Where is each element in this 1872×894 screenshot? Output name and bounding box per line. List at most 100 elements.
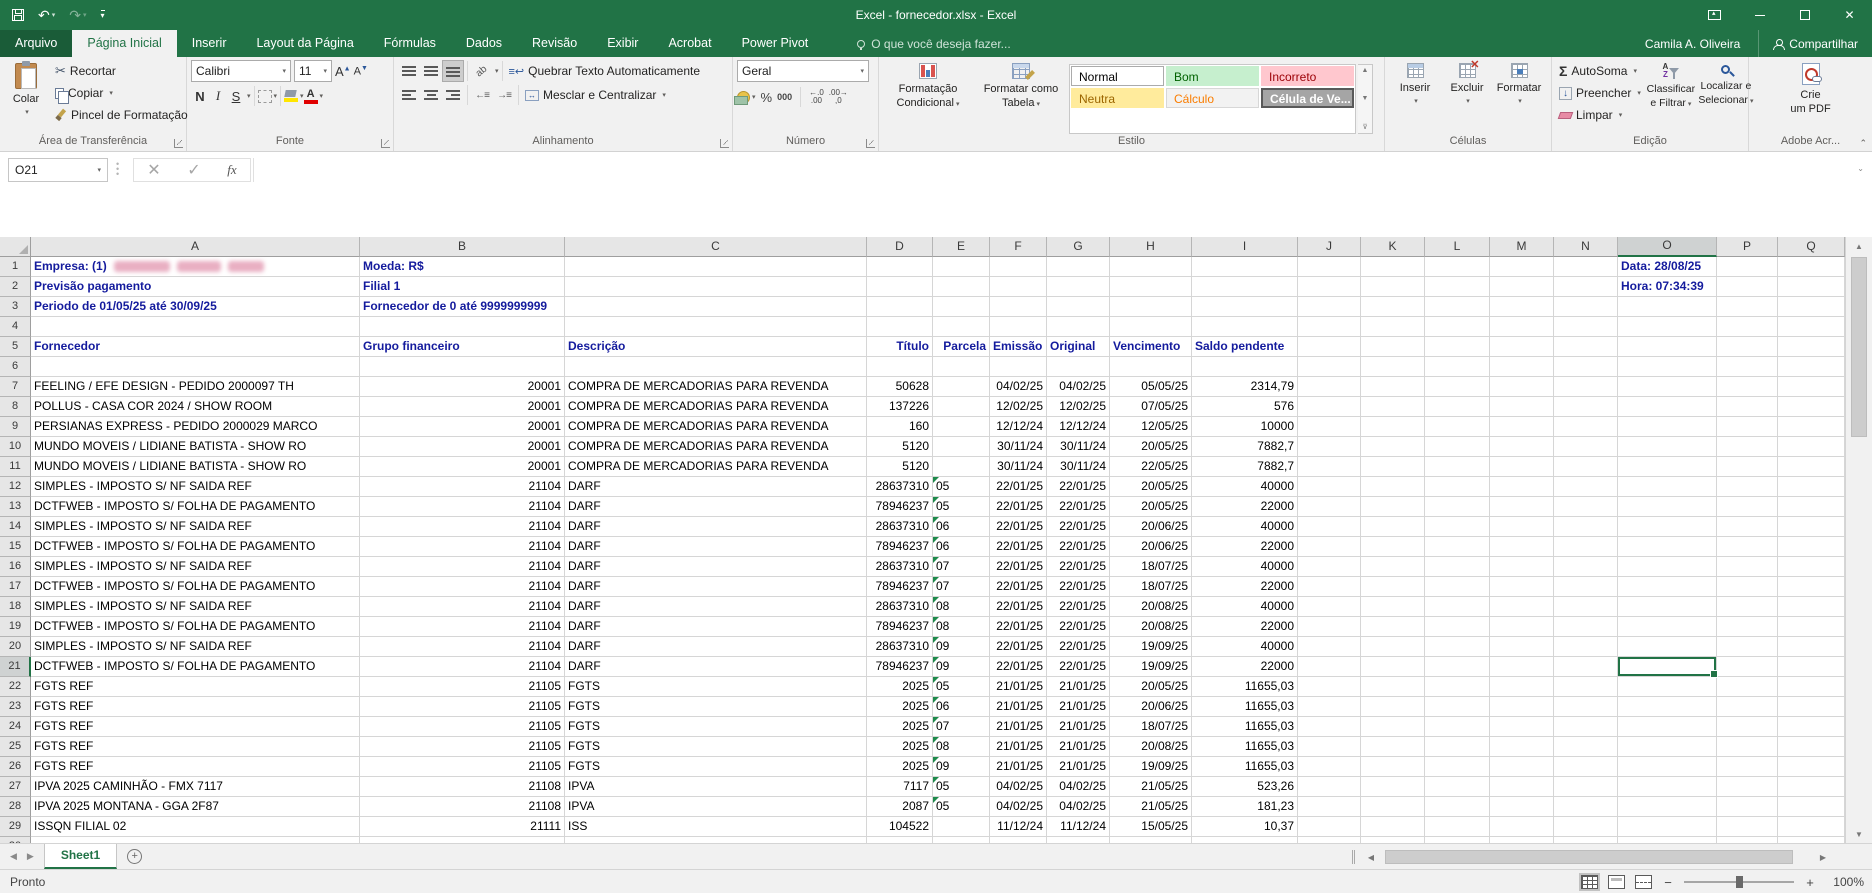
row-header-5[interactable]: 5 xyxy=(0,337,31,357)
cell-I7[interactable]: 2314,79 xyxy=(1192,377,1298,397)
cell-J26[interactable] xyxy=(1298,757,1361,777)
cell-B26[interactable]: 21105 xyxy=(360,757,565,777)
column-header-E[interactable]: E xyxy=(933,237,990,257)
formula-input[interactable] xyxy=(253,158,1846,182)
cell-H7[interactable]: 05/05/25 xyxy=(1110,377,1192,397)
cell-M4[interactable] xyxy=(1490,317,1554,337)
cell-D1[interactable] xyxy=(867,257,933,277)
cell-E3[interactable] xyxy=(933,297,990,317)
cell-P12[interactable] xyxy=(1717,477,1778,497)
cell-L1[interactable] xyxy=(1425,257,1490,277)
decrease-indent-button[interactable]: ←≡ xyxy=(471,84,493,106)
cell-Q26[interactable] xyxy=(1778,757,1845,777)
cell-F20[interactable]: 22/01/25 xyxy=(990,637,1047,657)
cell-H11[interactable]: 22/05/25 xyxy=(1110,457,1192,477)
cell-N8[interactable] xyxy=(1554,397,1618,417)
cell-O23[interactable] xyxy=(1618,697,1717,717)
cell-Q9[interactable] xyxy=(1778,417,1845,437)
cell-L18[interactable] xyxy=(1425,597,1490,617)
cell-E15[interactable]: 06 xyxy=(933,537,990,557)
cell-Q17[interactable] xyxy=(1778,577,1845,597)
cell-N10[interactable] xyxy=(1554,437,1618,457)
cell-C21[interactable]: DARF xyxy=(565,657,867,677)
cell-E23[interactable]: 06 xyxy=(933,697,990,717)
cell-C28[interactable]: IPVA xyxy=(565,797,867,817)
prev-sheet-icon[interactable]: ◀ xyxy=(10,851,17,862)
create-pdf-button[interactable]: Crie um PDF xyxy=(1781,60,1841,134)
cell-D13[interactable]: 78946237 xyxy=(867,497,933,517)
cell-H2[interactable] xyxy=(1110,277,1192,297)
column-header-K[interactable]: K xyxy=(1361,237,1425,257)
cell-O14[interactable] xyxy=(1618,517,1717,537)
cell-P7[interactable] xyxy=(1717,377,1778,397)
column-header-F[interactable]: F xyxy=(990,237,1047,257)
column-header-M[interactable]: M xyxy=(1490,237,1554,257)
cell-O26[interactable] xyxy=(1618,757,1717,777)
cell-B25[interactable]: 21105 xyxy=(360,737,565,757)
cell-M8[interactable] xyxy=(1490,397,1554,417)
cell-K24[interactable] xyxy=(1361,717,1425,737)
cell-N20[interactable] xyxy=(1554,637,1618,657)
cell-A29[interactable]: ISSQN FILIAL 02 xyxy=(31,817,360,837)
cell-G17[interactable]: 22/01/25 xyxy=(1047,577,1110,597)
cell-O28[interactable] xyxy=(1618,797,1717,817)
page-break-view-button[interactable] xyxy=(1635,875,1652,889)
cell-H6[interactable] xyxy=(1110,357,1192,377)
cell-L13[interactable] xyxy=(1425,497,1490,517)
ribbon-tab-exibir[interactable]: Exibir xyxy=(592,30,653,57)
cell-L9[interactable] xyxy=(1425,417,1490,437)
cell-N27[interactable] xyxy=(1554,777,1618,797)
scroll-down-icon[interactable]: ▼ xyxy=(1846,825,1872,843)
cell-G9[interactable]: 12/12/24 xyxy=(1047,417,1110,437)
cell-L5[interactable] xyxy=(1425,337,1490,357)
column-header-H[interactable]: H xyxy=(1110,237,1192,257)
cell-P21[interactable] xyxy=(1717,657,1778,677)
cell-I6[interactable] xyxy=(1192,357,1298,377)
cell-D12[interactable]: 28637310 xyxy=(867,477,933,497)
cell-J9[interactable] xyxy=(1298,417,1361,437)
cell-M7[interactable] xyxy=(1490,377,1554,397)
ribbon-tab-arquivo[interactable]: Arquivo xyxy=(0,30,72,57)
cell-A4[interactable] xyxy=(31,317,360,337)
cell-Q2[interactable] xyxy=(1778,277,1845,297)
align-center-button[interactable] xyxy=(420,84,442,106)
cell-F25[interactable]: 21/01/25 xyxy=(990,737,1047,757)
cell-O9[interactable] xyxy=(1618,417,1717,437)
cell-E7[interactable] xyxy=(933,377,990,397)
cell-G18[interactable]: 22/01/25 xyxy=(1047,597,1110,617)
cell-J12[interactable] xyxy=(1298,477,1361,497)
cell-L11[interactable] xyxy=(1425,457,1490,477)
cell-style-c-lula-de-ve-[interactable]: Célula de Ve... xyxy=(1261,88,1354,108)
cell-I23[interactable]: 11655,03 xyxy=(1192,697,1298,717)
cell-K9[interactable] xyxy=(1361,417,1425,437)
cell-P29[interactable] xyxy=(1717,817,1778,837)
cell-P23[interactable] xyxy=(1717,697,1778,717)
cell-K15[interactable] xyxy=(1361,537,1425,557)
cell-N28[interactable] xyxy=(1554,797,1618,817)
cell-O21[interactable] xyxy=(1618,657,1717,677)
cell-C16[interactable]: DARF xyxy=(565,557,867,577)
cell-N25[interactable] xyxy=(1554,737,1618,757)
cell-P9[interactable] xyxy=(1717,417,1778,437)
normal-view-button[interactable] xyxy=(1581,875,1598,889)
cell-E4[interactable] xyxy=(933,317,990,337)
cell-F9[interactable]: 12/12/24 xyxy=(990,417,1047,437)
cell-E13[interactable]: 05 xyxy=(933,497,990,517)
cell-I9[interactable]: 10000 xyxy=(1192,417,1298,437)
account-name[interactable]: Camila A. Oliveira xyxy=(1645,37,1740,51)
cell-M29[interactable] xyxy=(1490,817,1554,837)
scroll-up-icon[interactable]: ▲ xyxy=(1846,237,1872,255)
cell-I25[interactable]: 11655,03 xyxy=(1192,737,1298,757)
cell-N4[interactable] xyxy=(1554,317,1618,337)
cell-Q7[interactable] xyxy=(1778,377,1845,397)
cell-B17[interactable]: 21104 xyxy=(360,577,565,597)
cell-H9[interactable]: 12/05/25 xyxy=(1110,417,1192,437)
cell-G12[interactable]: 22/01/25 xyxy=(1047,477,1110,497)
cell-J21[interactable] xyxy=(1298,657,1361,677)
increase-indent-button[interactable]: →≡ xyxy=(493,84,515,106)
column-header-I[interactable]: I xyxy=(1192,237,1298,257)
tell-me-search[interactable]: O que você deseja fazer... xyxy=(857,30,1010,57)
cell-G25[interactable]: 21/01/25 xyxy=(1047,737,1110,757)
cell-A3[interactable]: Periodo de 01/05/25 até 30/09/25 xyxy=(31,297,360,317)
cell-P26[interactable] xyxy=(1717,757,1778,777)
